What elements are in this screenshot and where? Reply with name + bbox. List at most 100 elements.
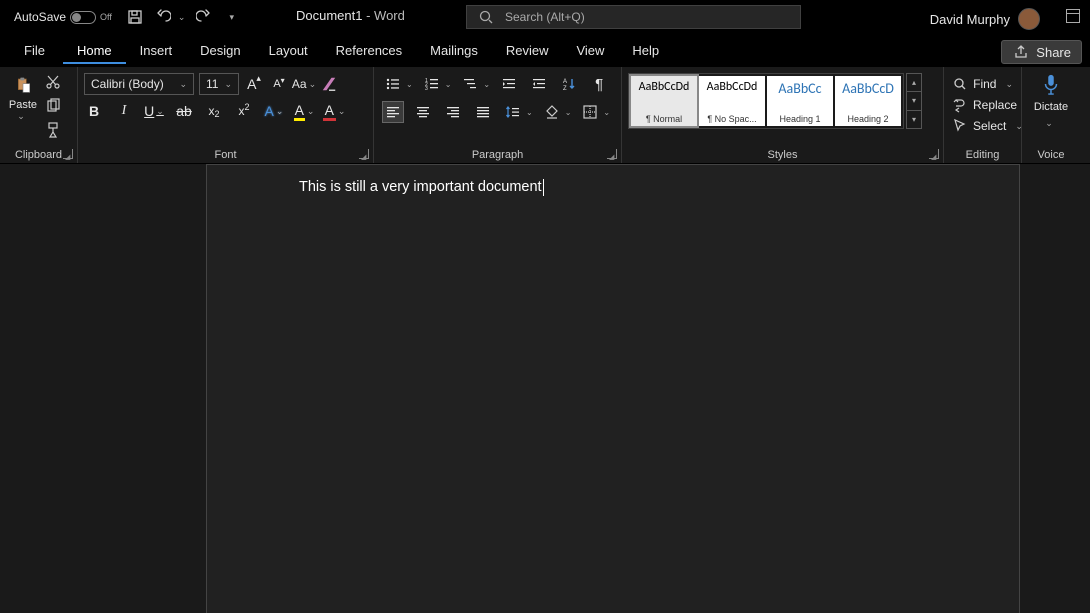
tab-home[interactable]: Home [63,37,126,64]
autosave-label: AutoSave [14,10,66,24]
dialog-launcher-icon[interactable] [359,149,369,159]
align-center-icon[interactable] [412,101,434,123]
expand-gallery-icon[interactable]: ▾ [907,111,921,128]
show-marks-icon[interactable]: ¶ [588,73,610,95]
undo-more-chevron-icon[interactable]: ⌄ [178,12,186,23]
search-input[interactable]: Search (Alt+Q) [466,5,801,29]
grow-font-icon[interactable]: A▴ [244,74,264,94]
group-voice: Dictate ⌄ Voice [1022,67,1080,163]
tab-help[interactable]: Help [618,37,673,64]
group-label: Styles [622,149,943,161]
bold-button[interactable]: B [84,101,104,121]
style-normal[interactable]: AaBbCcDd ¶ Normal [631,76,697,126]
underline-button[interactable]: U⌄ [144,101,164,121]
superscript-button[interactable]: x2 [234,101,254,121]
align-left-icon[interactable] [382,101,404,123]
replace-button[interactable]: Replace [952,95,1013,115]
title-bar: AutoSave Off ⌄ ▾ Document1 - Word Search… [0,0,1090,34]
paste-button[interactable]: Paste ⌄ [6,71,40,122]
tab-mailings[interactable]: Mailings [416,37,492,64]
sort-icon[interactable]: AZ [558,73,580,95]
tab-view[interactable]: View [562,37,618,64]
group-label: Voice [1022,149,1080,161]
user-account[interactable]: David Murphy [930,8,1040,30]
numbering-icon[interactable]: 123 [421,73,443,95]
autosave-state: Off [100,12,112,22]
select-button[interactable]: Select⌄ [952,116,1013,136]
qat-customize-chevron-icon[interactable]: ▾ [229,12,234,23]
bullets-icon[interactable] [382,73,404,95]
autosave-toggle[interactable]: AutoSave Off [0,10,120,24]
scroll-up-icon[interactable]: ▴ [907,74,921,92]
tab-layout[interactable]: Layout [255,37,322,64]
group-label: Paragraph [374,149,621,161]
decrease-indent-icon[interactable] [498,73,520,95]
strike-button[interactable]: ab [174,101,194,121]
dialog-launcher-icon[interactable] [607,149,617,159]
cut-icon[interactable] [44,73,62,91]
dialog-launcher-icon[interactable] [63,149,73,159]
chevron-down-icon: ⌄ [1045,118,1053,128]
clear-format-icon[interactable] [319,74,339,94]
document-body-text[interactable]: This is still a very important document [299,177,544,196]
change-case-icon[interactable]: Aa⌄ [294,74,314,94]
ribbon-tabs: File Home Insert Design Layout Reference… [0,34,1090,66]
shrink-font-icon[interactable]: A▾ [269,74,289,94]
group-styles: AaBbCcDd ¶ Normal AaBbCcDd ¶ No Spac... … [622,67,944,163]
format-painter-icon[interactable] [44,121,62,139]
tab-design[interactable]: Design [186,37,254,64]
italic-button[interactable]: I [114,101,134,121]
ribbon: Paste ⌄ Clipboard Calibri (Body)⌄ 11⌄ A▴… [0,66,1090,164]
text-cursor [543,179,544,196]
select-icon [952,117,968,135]
font-size-dropdown[interactable]: 11⌄ [199,73,239,95]
share-icon [1012,43,1030,61]
tab-insert[interactable]: Insert [126,37,187,64]
text-effects-icon[interactable]: A⌄ [264,101,284,121]
save-icon[interactable] [126,8,144,26]
style-heading-2[interactable]: AaBbCcD Heading 2 [835,76,901,126]
chevron-down-icon: ⌄ [2,111,40,122]
undo-icon[interactable] [154,8,172,26]
svg-text:Z: Z [563,86,567,92]
tab-file[interactable]: File [10,37,59,64]
tab-references[interactable]: References [322,37,416,64]
group-label: Font [78,149,373,161]
document-page[interactable]: This is still a very important document [206,164,1020,613]
multilevel-list-icon[interactable] [459,73,481,95]
share-button[interactable]: Share [1001,40,1082,64]
line-spacing-icon[interactable] [502,101,524,123]
paste-icon [9,71,37,99]
find-button[interactable]: Find⌄ [952,74,1013,94]
dialog-launcher-icon[interactable] [929,149,939,159]
document-title: Document1 - Word [296,8,405,23]
style-no-spacing[interactable]: AaBbCcDd ¶ No Spac... [699,76,765,126]
user-name: David Murphy [930,12,1010,27]
find-icon [952,75,968,93]
microphone-icon [1040,73,1062,101]
group-paragraph: ⌄ 123⌄ ⌄ AZ ¶ ⌄ ⌄ ⌄ Paragraph [374,67,622,163]
highlight-icon[interactable]: A⌄ [294,101,314,121]
font-color-icon[interactable]: A⌄ [324,101,344,121]
increase-indent-icon[interactable] [528,73,550,95]
justify-icon[interactable] [472,101,494,123]
search-icon [477,8,495,26]
font-name-dropdown[interactable]: Calibri (Body)⌄ [84,73,194,95]
style-heading-1[interactable]: AaBbCc Heading 1 [767,76,833,126]
shading-icon[interactable] [541,101,563,123]
tab-review[interactable]: Review [492,37,563,64]
subscript-button[interactable]: x2 [204,101,224,121]
toggle-off-icon [70,11,96,24]
dictate-button[interactable]: Dictate ⌄ [1028,73,1074,131]
align-right-icon[interactable] [442,101,464,123]
redo-icon[interactable] [195,8,213,26]
svg-text:3: 3 [425,86,428,92]
borders-icon[interactable] [579,101,601,123]
scroll-down-icon[interactable]: ▾ [907,92,921,110]
group-clipboard: Paste ⌄ Clipboard [0,67,78,163]
copy-icon[interactable] [44,97,62,115]
ribbon-display-options-icon[interactable] [1066,9,1080,23]
style-gallery-scroll[interactable]: ▴ ▾ ▾ [906,73,922,129]
search-placeholder: Search (Alt+Q) [505,10,585,24]
svg-text:A: A [563,79,567,85]
